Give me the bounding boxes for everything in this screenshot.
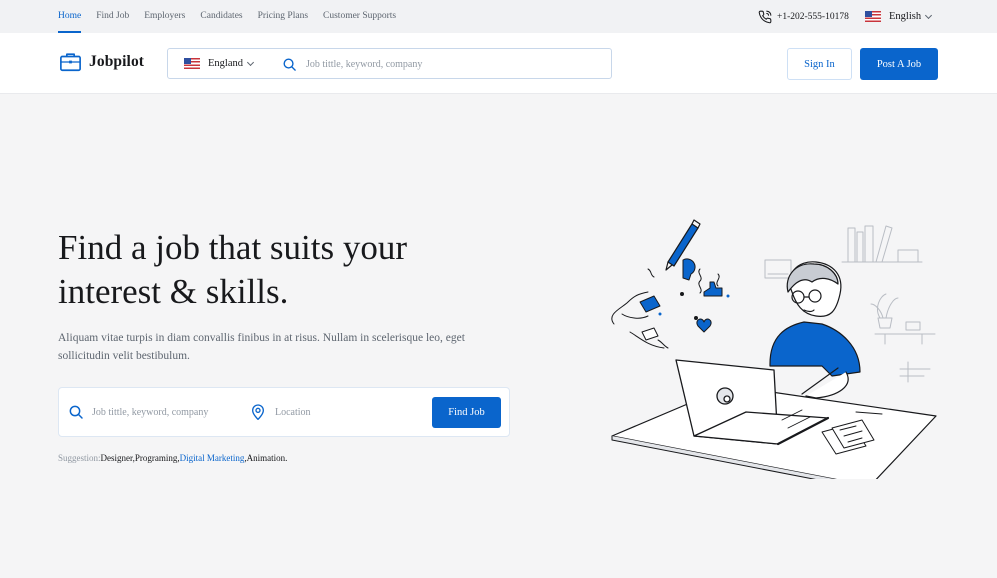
header-search-input[interactable] <box>306 53 596 75</box>
hero-illustration <box>611 219 937 479</box>
suggestion-programing[interactable]: Programing, <box>135 453 180 463</box>
search-icon <box>283 58 296 71</box>
topnav-candidates[interactable]: Candidates <box>200 0 242 33</box>
logo[interactable]: Jobpilot <box>59 51 144 73</box>
suggestions: Suggestion:Designer,Programing,Digital M… <box>58 453 287 463</box>
language-label: English <box>889 11 922 22</box>
phone-contact[interactable]: +1-202-555-10178 <box>758 0 849 33</box>
topnav-find-job[interactable]: Find Job <box>96 0 129 33</box>
sign-in-button[interactable]: Sign In <box>787 48 852 80</box>
us-flag-icon <box>184 58 200 69</box>
location-pin-icon <box>252 404 264 420</box>
hero-title: Find a job that suits your interest & sk… <box>58 226 498 314</box>
hero-description: Aliquam vitae turpis in diam convallis f… <box>58 332 465 362</box>
topnav-home[interactable]: Home <box>58 0 82 33</box>
briefcase-icon <box>60 53 81 72</box>
language-selector[interactable]: English <box>865 0 933 33</box>
hero-title-line-1: Find a job that suits your <box>58 228 408 267</box>
keyword-input[interactable] <box>92 402 232 422</box>
location-input[interactable] <box>275 402 415 422</box>
main-header: Jobpilot England Sign In Post A Job <box>0 33 997 94</box>
chevron-down-icon <box>925 11 933 19</box>
post-a-job-button[interactable]: Post A Job <box>860 48 938 80</box>
topnav-customer-supports[interactable]: Customer Supports <box>323 0 396 33</box>
country-label: England <box>208 58 243 69</box>
hero-title-line-2: interest & skills. <box>58 272 289 311</box>
find-job-button[interactable]: Find Job <box>432 397 501 428</box>
phone-icon <box>758 10 772 23</box>
top-nav: Home Find Job Employers Candidates Prici… <box>58 0 411 33</box>
hero-search-box: Find Job <box>58 387 510 437</box>
suggestion-animation[interactable]: ,Animation. <box>244 453 287 463</box>
topnav-pricing-plans[interactable]: Pricing Plans <box>258 0 308 33</box>
search-icon <box>69 405 83 419</box>
chevron-down-icon <box>246 58 255 66</box>
logo-text: Jobpilot <box>89 53 145 70</box>
header-search-box: England <box>167 48 612 79</box>
suggestion-digital-marketing[interactable]: Digital Marketing <box>180 453 245 463</box>
suggestion-designer[interactable]: Designer, <box>101 453 135 463</box>
country-selector[interactable]: England <box>184 49 255 78</box>
us-flag-icon <box>865 11 881 22</box>
suggestion-label: Suggestion: <box>58 453 101 463</box>
phone-number: +1-202-555-10178 <box>777 11 849 22</box>
top-bar: Home Find Job Employers Candidates Prici… <box>0 0 997 33</box>
topnav-employers[interactable]: Employers <box>144 0 185 33</box>
